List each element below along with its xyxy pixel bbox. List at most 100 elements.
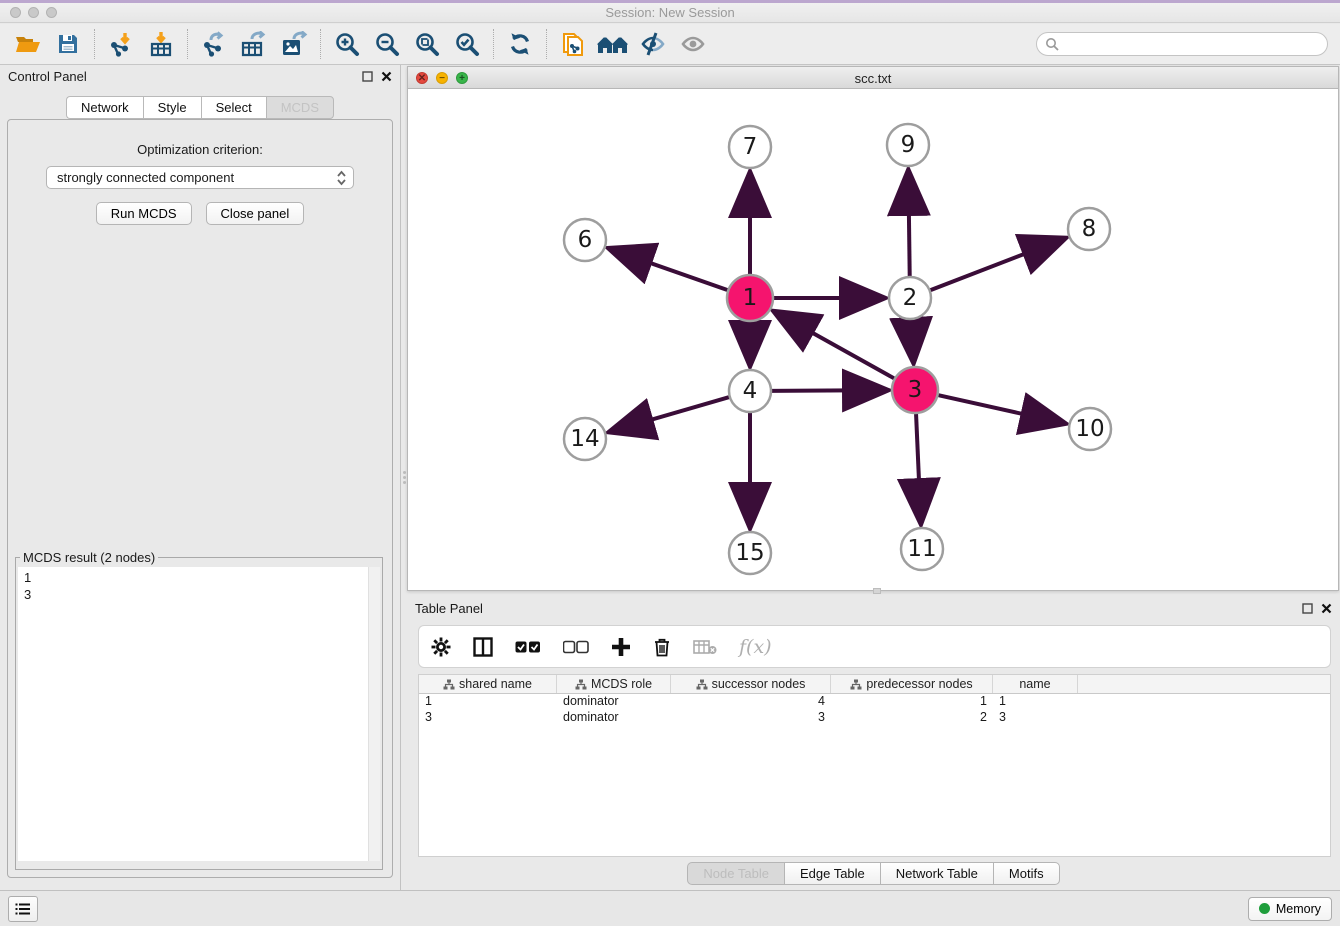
graph-node-3[interactable]: 3 xyxy=(892,367,938,413)
close-panel-icon[interactable] xyxy=(1321,603,1332,614)
function-builder-button[interactable]: f(x) xyxy=(739,636,772,658)
graph-edge-2-3[interactable] xyxy=(911,320,913,361)
network-window-titlebar[interactable]: ✕ − + scc.txt xyxy=(408,67,1338,89)
delete-table-icon xyxy=(693,639,717,655)
table-cell[interactable]: 1 xyxy=(993,694,1078,710)
graph-node-6[interactable]: 6 xyxy=(564,219,606,261)
network-graph[interactable]: 7 9 6 8 1 2 4 3 14 10 15 11 xyxy=(408,89,1338,590)
refresh-icon xyxy=(507,31,533,57)
graph-node-8[interactable]: 8 xyxy=(1068,208,1110,250)
table-cell[interactable]: 1 xyxy=(831,694,993,710)
hide-selected-button[interactable] xyxy=(633,26,673,62)
close-panel-icon[interactable] xyxy=(381,71,392,82)
search-input[interactable] xyxy=(1064,37,1319,51)
table-row[interactable]: 3dominator323 xyxy=(419,710,1330,726)
open-session-button[interactable] xyxy=(8,26,48,62)
control-panel-title: Control Panel xyxy=(8,69,87,84)
table-tab-node-table[interactable]: Node Table xyxy=(687,862,784,885)
graph-edge-4-14[interactable] xyxy=(611,397,729,431)
graph-node-10[interactable]: 10 xyxy=(1069,408,1111,450)
graph-edge-3-10[interactable] xyxy=(938,395,1063,423)
column-type-icon xyxy=(575,679,587,690)
table-tab-network-table[interactable]: Network Table xyxy=(880,862,993,885)
svg-text:2: 2 xyxy=(903,285,918,311)
result-scrollbar[interactable] xyxy=(368,567,380,861)
export-table-button[interactable] xyxy=(234,26,274,62)
run-mcds-button[interactable]: Run MCDS xyxy=(96,202,192,225)
show-all-button[interactable] xyxy=(673,26,713,62)
column-header-shared-name[interactable]: shared name xyxy=(419,675,557,693)
horizontal-splitter-handle[interactable] xyxy=(873,588,881,594)
duplicate-network-button[interactable] xyxy=(553,26,593,62)
zoom-fit-button[interactable] xyxy=(407,26,447,62)
graph-edge-3-1[interactable] xyxy=(775,312,894,378)
graph-edge-1-6[interactable] xyxy=(610,249,727,290)
column-header-successor-nodes[interactable]: successor nodes xyxy=(671,675,831,693)
column-header-MCDS-role[interactable]: MCDS role xyxy=(557,675,671,693)
control-tab-mcds[interactable]: MCDS xyxy=(266,96,334,119)
mcds-result-text[interactable]: 1 3 xyxy=(18,567,368,861)
home-button[interactable] xyxy=(593,26,633,62)
control-panel: Control Panel NetworkStyleSelectMCDS Opt… xyxy=(0,65,401,890)
graph-node-2[interactable]: 2 xyxy=(889,277,931,319)
show-panels-button[interactable] xyxy=(8,896,38,922)
graph-node-11[interactable]: 11 xyxy=(901,528,943,570)
export-image-button[interactable] xyxy=(274,26,314,62)
import-table-button[interactable] xyxy=(141,26,181,62)
table-cell[interactable]: 3 xyxy=(419,710,557,726)
node-table[interactable]: shared nameMCDS rolesuccessor nodesprede… xyxy=(418,674,1331,857)
graph-node-7[interactable]: 7 xyxy=(729,126,771,168)
float-panel-icon[interactable] xyxy=(362,71,373,82)
export-network-button[interactable] xyxy=(194,26,234,62)
table-tab-edge-table[interactable]: Edge Table xyxy=(784,862,880,885)
table-row[interactable]: 1dominator411 xyxy=(419,694,1330,710)
graph-node-1[interactable]: 1 xyxy=(727,275,773,321)
memory-button[interactable]: Memory xyxy=(1248,897,1332,921)
svg-text:9: 9 xyxy=(901,132,916,158)
import-network-button[interactable] xyxy=(101,26,141,62)
graph-edge-2-8[interactable] xyxy=(931,239,1064,290)
svg-text:14: 14 xyxy=(570,426,599,452)
column-header-name[interactable]: name xyxy=(993,675,1078,693)
graph-node-9[interactable]: 9 xyxy=(887,124,929,166)
zoom-in-button[interactable] xyxy=(327,26,367,62)
delete-column-button[interactable] xyxy=(653,637,671,657)
table-cell[interactable]: 2 xyxy=(831,710,993,726)
svg-text:4: 4 xyxy=(743,378,758,404)
float-panel-icon[interactable] xyxy=(1302,603,1313,614)
table-cell[interactable]: 1 xyxy=(419,694,557,710)
graph-edge-3-11[interactable] xyxy=(916,414,921,522)
close-panel-button[interactable]: Close panel xyxy=(206,202,305,225)
table-cell[interactable]: 3 xyxy=(993,710,1078,726)
table-cell[interactable]: 4 xyxy=(671,694,831,710)
graph-node-15[interactable]: 15 xyxy=(729,532,771,574)
control-tab-select[interactable]: Select xyxy=(201,96,266,119)
graph-node-14[interactable]: 14 xyxy=(564,418,606,460)
show-column-panel-button[interactable] xyxy=(473,637,493,657)
eye-slash-icon xyxy=(639,31,667,57)
control-tab-network[interactable]: Network xyxy=(66,96,143,119)
control-tab-style[interactable]: Style xyxy=(143,96,201,119)
search-box[interactable] xyxy=(1036,32,1328,56)
refresh-button[interactable] xyxy=(500,26,540,62)
table-tab-motifs[interactable]: Motifs xyxy=(993,862,1060,885)
table-cell[interactable]: dominator xyxy=(557,710,671,726)
save-session-button[interactable] xyxy=(48,26,88,62)
zoom-selected-button[interactable] xyxy=(447,26,487,62)
toolbar-separator xyxy=(320,29,321,59)
graph-edge-4-3[interactable] xyxy=(772,390,886,391)
table-cell[interactable]: 3 xyxy=(671,710,831,726)
table-cell[interactable]: dominator xyxy=(557,694,671,710)
graph-node-4[interactable]: 4 xyxy=(729,370,771,412)
zoom-out-button[interactable] xyxy=(367,26,407,62)
create-column-button[interactable] xyxy=(611,637,631,657)
column-header-predecessor-nodes[interactable]: predecessor nodes xyxy=(831,675,993,693)
delete-table-button[interactable] xyxy=(693,639,717,655)
graph-edge-2-9[interactable] xyxy=(908,172,909,276)
import-network-icon xyxy=(108,31,134,57)
select-all-columns-button[interactable] xyxy=(515,640,541,654)
criterion-dropdown[interactable]: strongly connected component xyxy=(46,166,354,189)
table-header: shared nameMCDS rolesuccessor nodesprede… xyxy=(419,675,1330,694)
unselect-all-columns-button[interactable] xyxy=(563,640,589,654)
table-settings-button[interactable] xyxy=(431,637,451,657)
